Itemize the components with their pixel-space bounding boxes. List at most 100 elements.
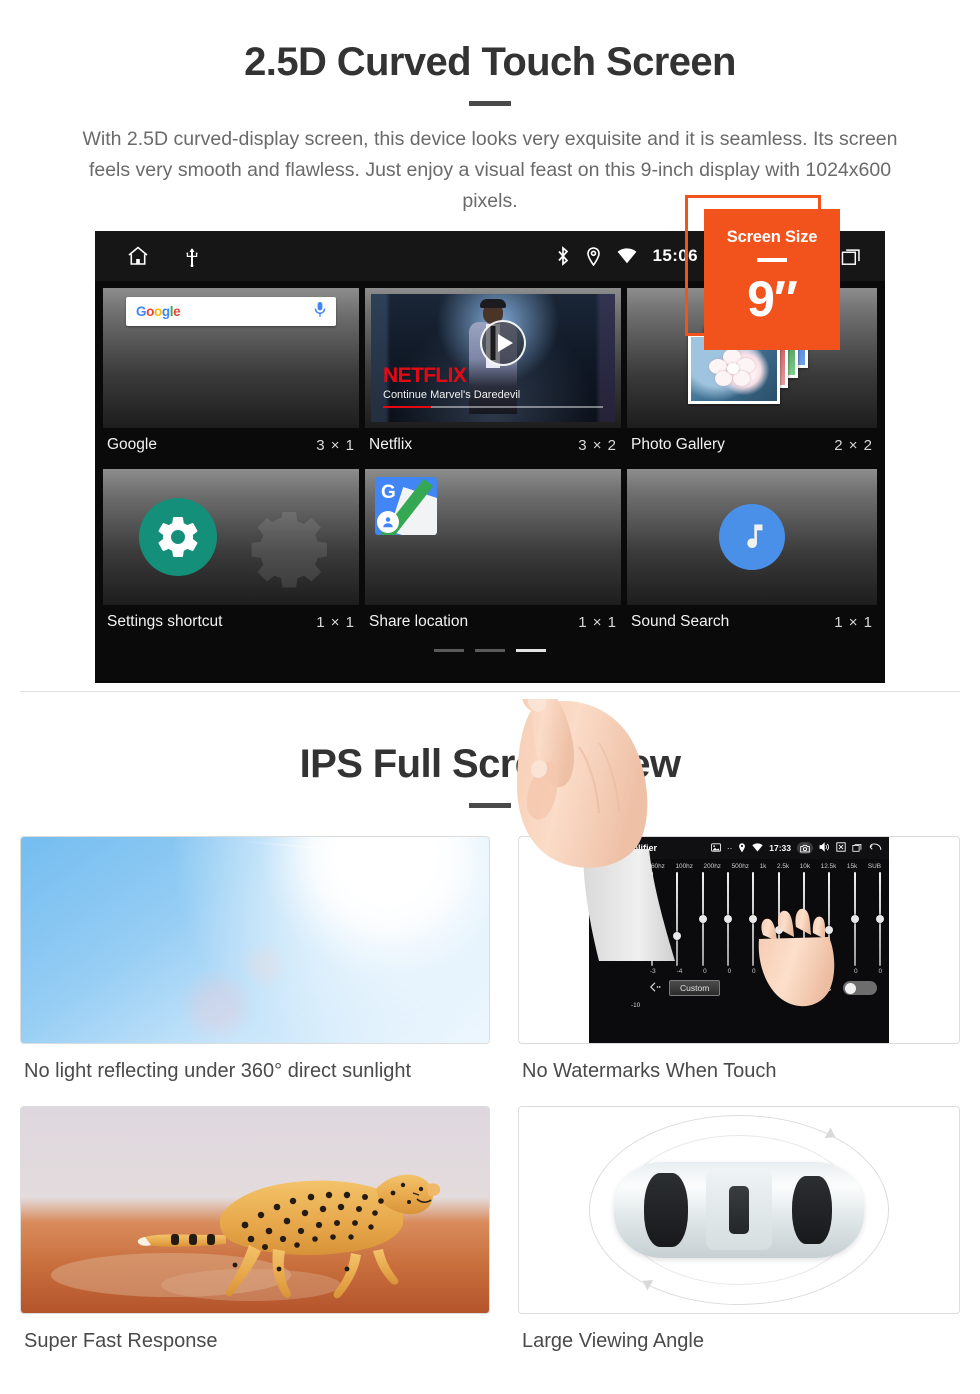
eq-value: 0 xyxy=(703,968,707,975)
widget-label: Photo Gallery xyxy=(631,436,725,453)
bluetooth-icon xyxy=(556,246,570,266)
prev-preset-arrow-icon[interactable] xyxy=(649,982,661,994)
curved-touch-screen-section: 2.5D Curved Touch Screen With 2.5D curve… xyxy=(0,0,980,961)
eq-value: 0 xyxy=(878,968,882,975)
widget-share-location-labelrow: Share location 1 × 1 xyxy=(365,605,621,640)
section-divider xyxy=(20,691,960,692)
device-screenshot-wrapper: 15:06 Google Google 3 × 1 NETFLIX Contin… xyxy=(95,195,885,961)
netflix-subtitle: Continue Marvel's Daredevil xyxy=(383,389,521,401)
widget-sound-search-thumb xyxy=(627,469,877,605)
mic-icon[interactable] xyxy=(314,301,326,323)
widget-share-location[interactable]: G Share location 1 × 1 xyxy=(362,466,624,643)
widget-label: Netflix xyxy=(369,436,413,453)
widget-size: 1 × 1 xyxy=(834,613,873,631)
eq-band-label: 60hz xyxy=(651,863,665,870)
eq-band-label: 200hz xyxy=(703,863,721,870)
widget-size: 1 × 1 xyxy=(316,613,355,631)
home-icon[interactable] xyxy=(596,842,607,855)
amplifier-status-bar: Amplifier ·· 17:33 xyxy=(589,837,889,859)
page-dot-active[interactable] xyxy=(516,649,546,652)
widget-row-2: Settings shortcut 1 × 1 G Share location… xyxy=(100,466,880,643)
location-icon xyxy=(738,842,746,855)
widget-settings-shortcut[interactable]: Settings shortcut 1 × 1 xyxy=(100,466,362,643)
eq-scale-bottom: -10 xyxy=(631,1002,641,1009)
widget-label: Sound Search xyxy=(631,613,730,630)
section2-title-underline xyxy=(469,803,511,808)
recent-apps-icon[interactable] xyxy=(852,843,863,854)
eq-band-label: 1k xyxy=(759,863,767,870)
netflix-brand-logo: NETFLIX xyxy=(383,364,467,387)
back-arrow-icon[interactable] xyxy=(869,842,882,854)
feature-card-fast-response: Super Fast Response xyxy=(20,1106,490,1376)
amplifier-side-panel: Balance Fader xyxy=(589,859,629,1043)
volume-icon[interactable] xyxy=(819,842,830,854)
widget-sound-search[interactable]: Sound Search 1 × 1 xyxy=(624,466,880,643)
feature-card-viewing-angle: Large Viewing Angle xyxy=(490,1106,960,1376)
netflix-progress-bar xyxy=(383,405,603,408)
home-icon[interactable] xyxy=(126,244,150,268)
loudness-toggle[interactable] xyxy=(843,981,877,995)
balance-label[interactable]: Balance xyxy=(589,886,629,895)
eq-value: -3 xyxy=(650,968,656,975)
wifi-icon xyxy=(752,842,763,854)
car-top-view-image xyxy=(518,1106,960,1314)
amplifier-title: Amplifier xyxy=(618,843,658,853)
balance-icon[interactable] xyxy=(599,865,619,884)
page-dot[interactable] xyxy=(434,649,464,652)
page-indicator-dots xyxy=(100,643,880,652)
feature-cards-grid: No light reflecting under 360° direct su… xyxy=(20,836,960,1376)
eq-band-label: 2.5k xyxy=(777,863,790,870)
more-dots-icon: ·· xyxy=(726,843,733,853)
card-caption: No light reflecting under 360° direct su… xyxy=(24,1060,412,1082)
widget-size: 3 × 1 xyxy=(316,436,355,454)
widget-settings-labelrow: Settings shortcut 1 × 1 xyxy=(103,605,359,640)
eq-band-label: 15k xyxy=(846,863,858,870)
widget-label: Share location xyxy=(369,613,469,630)
widget-netflix-labelrow: Netflix 3 × 2 xyxy=(365,428,621,463)
widget-google-labelrow: Google 3 × 1 xyxy=(103,428,359,463)
screenshot-camera-icon[interactable] xyxy=(797,842,813,854)
recent-apps-icon[interactable] xyxy=(841,247,863,266)
eq-slider[interactable] xyxy=(850,872,859,966)
widget-settings-thumb xyxy=(103,469,359,605)
feature-card-no-watermarks: Amplifier ·· 17:33 Balance Fader 60hz 10… xyxy=(490,836,960,1106)
fader-volume-icon[interactable] xyxy=(598,903,620,925)
widget-sound-search-labelrow: Sound Search 1 × 1 xyxy=(627,605,877,640)
eq-slider[interactable] xyxy=(698,872,707,966)
widget-label: Google xyxy=(107,436,157,453)
preset-custom-button[interactable]: Custom xyxy=(669,980,721,996)
usb-icon[interactable] xyxy=(184,245,200,267)
eq-slider[interactable] xyxy=(723,872,732,966)
eq-slider[interactable] xyxy=(648,872,656,966)
sunlight-image xyxy=(20,836,490,1044)
widget-size: 3 × 2 xyxy=(578,436,617,454)
ips-full-screen-view-section: IPS Full Screen View No light reflecting… xyxy=(0,692,980,1376)
widget-google-thumb: Google xyxy=(103,288,359,428)
page-title: 2.5D Curved Touch Screen xyxy=(244,40,736,84)
close-x-icon[interactable] xyxy=(836,842,846,854)
eq-value: -4 xyxy=(676,968,683,975)
eq-band-label: 12.5k xyxy=(820,863,837,870)
eq-band-label: 500hz xyxy=(731,863,749,870)
eq-slider[interactable] xyxy=(673,872,682,966)
eq-value: 0 xyxy=(727,968,732,975)
eq-slider[interactable] xyxy=(875,872,884,966)
screen-size-badge: Screen Size 9″ xyxy=(685,195,840,360)
widget-photo-gallery-labelrow: Photo Gallery 2 × 2 xyxy=(627,428,877,463)
widget-label: Settings shortcut xyxy=(107,613,223,630)
cheetah-image xyxy=(20,1106,490,1314)
fader-label[interactable]: Fader xyxy=(589,926,629,935)
amplifier-body: Balance Fader 60hz 100hz 200hz 500hz 1k … xyxy=(589,859,889,1043)
hand-touching-equalizer xyxy=(749,899,839,1019)
widget-netflix[interactable]: NETFLIX Continue Marvel's Daredevil Netf… xyxy=(362,285,624,466)
play-button-icon[interactable] xyxy=(479,319,526,366)
eq-band-label: 10k xyxy=(799,863,811,870)
amplifier-time: 17:33 xyxy=(769,843,791,853)
page-dot[interactable] xyxy=(475,649,505,652)
feature-card-sunlight: No light reflecting under 360° direct su… xyxy=(20,836,490,1106)
section2-title: IPS Full Screen View xyxy=(299,742,681,786)
eq-band-label: 100hz xyxy=(675,863,693,870)
wifi-icon xyxy=(617,248,637,264)
google-search-bar[interactable]: Google xyxy=(126,297,336,326)
widget-google[interactable]: Google Google 3 × 1 xyxy=(100,285,362,466)
